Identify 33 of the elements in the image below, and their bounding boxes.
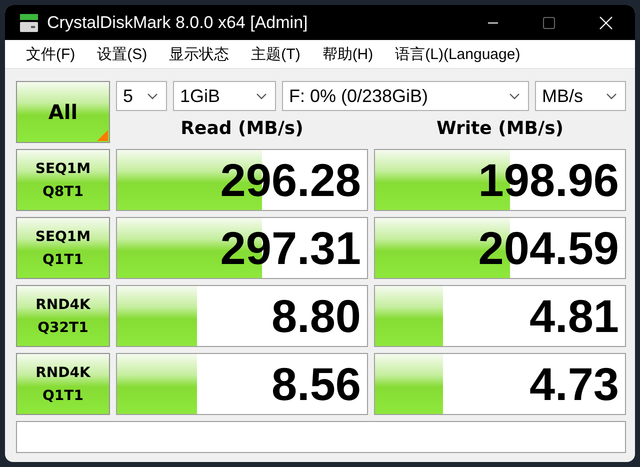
column-header: Write (MB/s) bbox=[436, 118, 564, 138]
result-value: 8.56 bbox=[271, 357, 361, 411]
caret-icon bbox=[256, 92, 267, 100]
menu-item[interactable]: 语言(L)(Language) bbox=[384, 44, 532, 64]
menu-item[interactable]: 显示状态 bbox=[158, 44, 240, 64]
dropdown[interactable]: 1GiB bbox=[173, 81, 276, 111]
test-button[interactable]: SEQ1M Q8T1 bbox=[16, 149, 110, 211]
window-title: CrystalDiskMark 8.0.0 x64 [Admin] bbox=[47, 12, 309, 32]
result-value: 4.81 bbox=[529, 289, 619, 343]
result-value: 8.80 bbox=[271, 289, 361, 343]
result-value: 204.59 bbox=[478, 221, 619, 275]
menu-item[interactable]: 设置(S) bbox=[86, 44, 158, 64]
menu-item[interactable]: 主题(T) bbox=[240, 44, 312, 64]
test-button[interactable]: RND4K Q32T1 bbox=[16, 285, 110, 347]
dropdown[interactable]: MB/s bbox=[535, 81, 626, 111]
all-button[interactable]: All bbox=[16, 81, 110, 143]
result-value: 297.31 bbox=[220, 221, 361, 275]
caret-icon bbox=[147, 92, 158, 100]
menu-item[interactable]: 帮助(H) bbox=[311, 44, 384, 64]
dropdown[interactable]: 5 bbox=[116, 81, 167, 111]
disk-drive-icon bbox=[19, 12, 39, 32]
result-value: 198.96 bbox=[478, 153, 619, 207]
column-header: Read (MB/s) bbox=[180, 118, 304, 138]
dropdown[interactable]: F: 0% (0/238GiB) bbox=[282, 81, 529, 111]
test-button[interactable]: RND4K Q1T1 bbox=[16, 353, 110, 415]
result-value: 4.73 bbox=[529, 357, 619, 411]
maximize-icon bbox=[543, 16, 555, 28]
caret-icon bbox=[509, 92, 520, 100]
close-icon[interactable] bbox=[599, 16, 613, 30]
caret-icon bbox=[606, 92, 617, 100]
menu-item[interactable]: 文件(F) bbox=[15, 44, 86, 64]
test-button[interactable]: SEQ1M Q1T1 bbox=[16, 217, 110, 279]
result-value: 296.28 bbox=[220, 153, 361, 207]
